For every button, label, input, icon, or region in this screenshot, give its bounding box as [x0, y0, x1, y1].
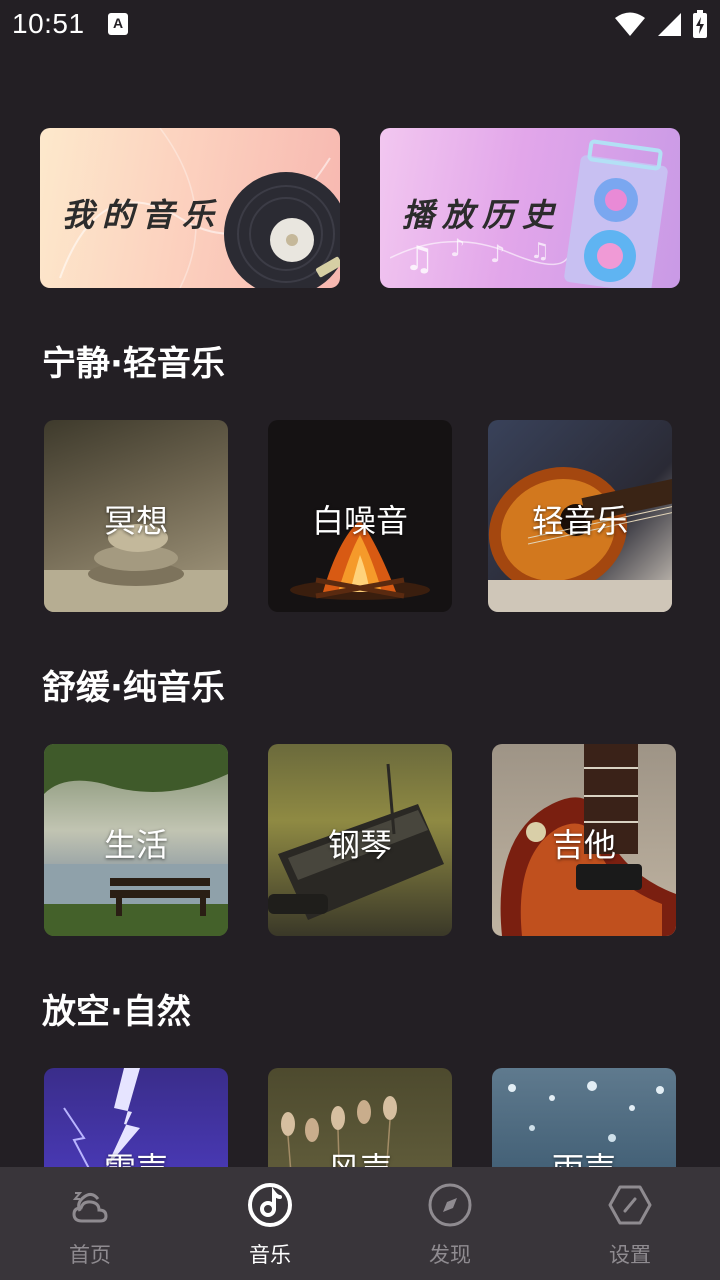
tile-label: 雨声 [492, 1144, 676, 1167]
home-weather-icon [72, 1192, 108, 1223]
play-history-card[interactable]: ♫ ♪ ♪ ♫ 播放历史 [380, 128, 680, 288]
tile-thunder[interactable]: 雷声 [44, 1068, 228, 1167]
tile-light-music[interactable]: 轻音乐 [488, 420, 672, 612]
tile-meditation[interactable]: 冥想 [44, 420, 228, 612]
tile-wind[interactable]: 风声 [268, 1068, 452, 1167]
tile-label: 风声 [268, 1144, 452, 1167]
settings-hexagon-icon [608, 1185, 652, 1225]
main-content: 我的音乐 ♫ ♪ ♪ ♫ 播放历史 宁静·轻音乐 冥想 白噪音 轻音乐 舒缓·纯… [0, 0, 720, 1167]
tile-label: 吉他 [551, 826, 616, 864]
my-music-card[interactable]: 我的音乐 [40, 128, 340, 288]
bottom-navigation: 首页 音乐 发现 设置 [0, 1167, 720, 1280]
nav-discover-label: 发现 [429, 1243, 471, 1267]
tile-label: 轻音乐 [531, 502, 628, 540]
nav-home[interactable]: 首页 [0, 1167, 180, 1280]
compass-icon [428, 1183, 472, 1227]
svg-text:♫: ♫ [530, 239, 550, 264]
svg-text:♪: ♪ [490, 240, 505, 268]
tile-label: 白噪音 [311, 502, 408, 540]
music-note-icon [248, 1183, 292, 1227]
nav-home-label: 首页 [69, 1243, 111, 1267]
tile-life[interactable]: 生活 [44, 744, 228, 936]
nav-discover[interactable]: 发现 [360, 1167, 540, 1280]
play-history-label: 播放历史 [402, 196, 563, 234]
vinyl-record-icon [224, 172, 340, 288]
tile-label: 冥想 [103, 502, 168, 540]
tile-label: 雷声 [44, 1144, 228, 1167]
tile-label: 钢琴 [327, 826, 392, 864]
nav-music-label: 音乐 [249, 1243, 291, 1267]
tile-piano[interactable]: 钢琴 [268, 744, 452, 936]
tile-label: 生活 [103, 826, 168, 864]
tile-white-noise[interactable]: 白噪音 [268, 420, 452, 612]
nav-music[interactable]: 音乐 [180, 1167, 360, 1280]
section-title-light-music: 宁静·轻音乐 [42, 344, 225, 384]
tile-guitar[interactable]: 吉他 [492, 744, 676, 936]
section-title-nature: 放空·自然 [42, 992, 191, 1032]
svg-text:♫: ♫ [404, 239, 434, 278]
my-music-label: 我的音乐 [62, 196, 223, 234]
nav-settings-label: 设置 [609, 1243, 651, 1267]
svg-text:♪: ♪ [450, 234, 465, 262]
nav-settings[interactable]: 设置 [540, 1167, 720, 1280]
tile-rain[interactable]: 雨声 [492, 1068, 676, 1167]
speaker-icon [564, 139, 668, 288]
section-title-pure-music: 舒缓·纯音乐 [42, 668, 225, 708]
